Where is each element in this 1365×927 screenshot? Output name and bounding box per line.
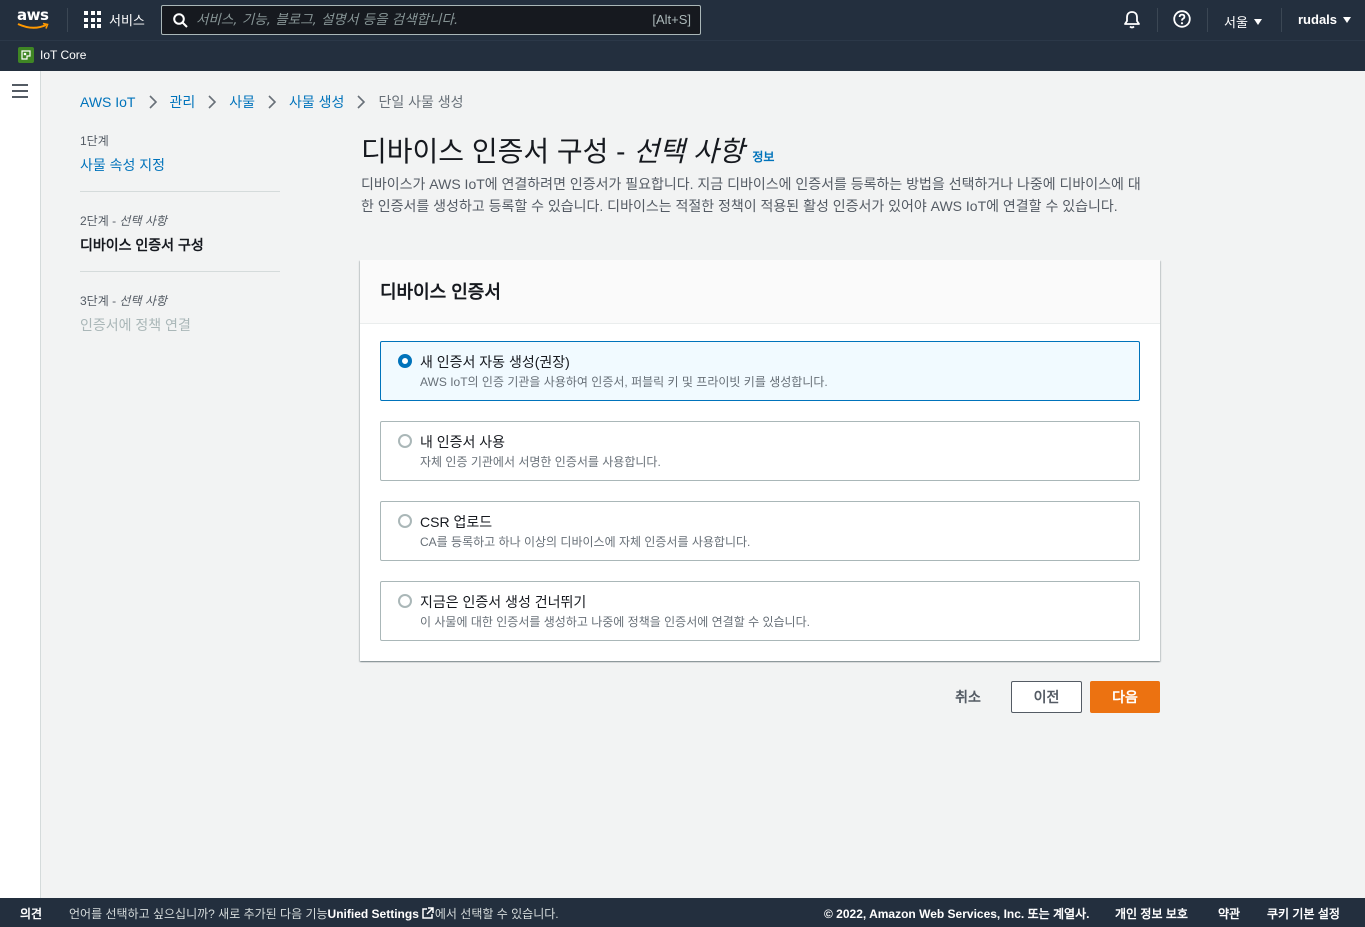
region-label: 서울 — [1224, 15, 1248, 30]
grid-icon — [84, 11, 101, 28]
services-menu-button[interactable]: 서비스 — [84, 10, 145, 29]
radio-button[interactable] — [398, 594, 412, 608]
option-label: 새 인증서 자동 생성(권장) — [420, 354, 570, 370]
caret-down-icon — [1343, 16, 1352, 23]
breadcrumb-link[interactable]: 사물 — [229, 92, 255, 112]
wizard-step: 3단계 - 선택 사항 인증서에 정책 연결 — [80, 292, 280, 351]
chevron-right-icon — [148, 95, 158, 109]
iot-core-icon — [18, 47, 34, 63]
copyright: © 2022, Amazon Web Services, Inc. 또는 계열사… — [824, 907, 1090, 921]
account-label: rudals — [1298, 12, 1338, 27]
aws-logo-text: aws — [17, 6, 49, 24]
option-description: 자체 인증 기관에서 서명한 인증서를 사용합니다. — [420, 455, 661, 469]
wizard-step: 2단계 - 선택 사항 디바이스 인증서 구성 — [80, 212, 280, 272]
service-favorites-bar: IoT Core — [0, 40, 1365, 71]
nav-divider — [1207, 8, 1208, 32]
breadcrumb-current: 단일 사물 생성 — [378, 94, 464, 110]
previous-button[interactable]: 이전 — [1011, 681, 1082, 713]
container-header: 디바이스 인증서 — [360, 260, 1160, 324]
search-input[interactable] — [196, 6, 636, 34]
option-description: 이 사물에 대한 인증서를 생성하고 나중에 정책을 인증서에 연결할 수 있습… — [420, 615, 810, 629]
nav-divider — [67, 8, 68, 32]
page-title-optional: 선택 사항 — [633, 136, 745, 167]
option-label: CSR 업로드 — [420, 514, 493, 530]
step-number: 1단계 — [80, 134, 109, 148]
info-link[interactable]: 정보 — [752, 148, 774, 165]
favorite-iot-core[interactable]: IoT Core — [18, 47, 86, 63]
step-link-1[interactable]: 사물 속성 지정 — [80, 155, 280, 175]
language-prompt: 언어를 선택하고 싶으십니까? 새로 추가된 다음 기능Unified Sett… — [69, 905, 559, 922]
nav-divider — [1157, 8, 1158, 32]
search-icon — [173, 13, 188, 28]
side-navigation-collapsed — [0, 71, 41, 898]
device-certificate-container: 디바이스 인증서 새 인증서 자동 생성(권장) AWS IoT의 인증 기관을… — [360, 260, 1160, 661]
breadcrumb-link[interactable]: 사물 생성 — [289, 92, 344, 112]
chevron-right-icon — [207, 95, 217, 109]
breadcrumb: AWS IoT 관리 사물 사물 생성 단일 사물 생성 — [80, 92, 464, 112]
aws-smile-icon — [17, 22, 49, 29]
page-title: 디바이스 인증서 구성 - 선택 사항 정보 — [361, 130, 774, 170]
terms-link[interactable]: 약관 — [1218, 905, 1240, 922]
radio-button[interactable] — [398, 354, 412, 368]
feedback-link[interactable]: 의견 — [20, 905, 42, 922]
step-number: 3단계 - 선택 사항 — [80, 294, 167, 308]
wizard-step: 1단계 사물 속성 지정 — [80, 132, 280, 192]
breadcrumb-link[interactable]: AWS IoT — [80, 94, 136, 110]
caret-down-icon — [1253, 18, 1262, 25]
step-current-2: 디바이스 인증서 구성 — [80, 237, 204, 253]
option-skip[interactable]: 지금은 인증서 생성 건너뛰기 이 사물에 대한 인증서를 생성하고 나중에 정… — [380, 581, 1140, 641]
breadcrumb-link[interactable]: 관리 — [170, 92, 196, 112]
language-prompt-text: 언어를 선택하고 싶으십니까? 새로 추가된 다음 기능 — [69, 907, 328, 921]
radio-button[interactable] — [398, 434, 412, 448]
step-number: 2단계 - 선택 사항 — [80, 214, 167, 228]
aws-logo[interactable]: aws — [17, 8, 51, 32]
region-selector[interactable]: 서울 — [1224, 12, 1262, 31]
step-disabled-3: 인증서에 정책 연결 — [80, 317, 191, 333]
option-label: 내 인증서 사용 — [420, 434, 506, 450]
favorite-label: IoT Core — [40, 48, 87, 62]
footer: 의견 언어를 선택하고 싶으십니까? 새로 추가된 다음 기능Unified S… — [0, 898, 1365, 927]
unified-settings-link[interactable]: Unified Settings — [328, 907, 419, 921]
option-auto-generate[interactable]: 새 인증서 자동 생성(권장) AWS IoT의 인증 기관을 사용하여 인증서… — [380, 341, 1140, 401]
privacy-link[interactable]: 개인 정보 보호 — [1115, 905, 1188, 922]
option-label: 지금은 인증서 생성 건너뛰기 — [420, 594, 587, 610]
wizard-steps: 1단계 사물 속성 지정 2단계 - 선택 사항 디바이스 인증서 구성 3단계… — [80, 132, 280, 371]
search-shortcut: [Alt+S] — [652, 12, 691, 27]
cookie-preferences-link[interactable]: 쿠키 기본 설정 — [1267, 905, 1340, 922]
top-navigation: aws 서비스 [Alt+S] 서울 rudals — [0, 0, 1365, 40]
option-upload-csr[interactable]: CSR 업로드 CA를 등록하고 하나 이상의 디바이스에 자체 인증서를 사용… — [380, 501, 1140, 561]
page-description: 디바이스가 AWS IoT에 연결하려면 인증서가 필요합니다. 지금 디바이스… — [361, 176, 1141, 214]
nav-divider — [1281, 8, 1282, 32]
account-menu[interactable]: rudals — [1298, 12, 1352, 27]
bell-icon[interactable] — [1123, 10, 1141, 30]
language-suffix-text: 에서 선택할 수 있습니다. — [434, 907, 559, 921]
page-title-text: 디바이스 인증서 구성 - — [361, 136, 626, 167]
cancel-button[interactable]: 취소 — [940, 681, 996, 713]
help-icon[interactable] — [1173, 10, 1191, 28]
external-link-icon — [422, 907, 434, 919]
menu-icon[interactable] — [12, 84, 28, 98]
option-use-my-certificate[interactable]: 내 인증서 사용 자체 인증 기관에서 서명한 인증서를 사용합니다. — [380, 421, 1140, 481]
option-description: CA를 등록하고 하나 이상의 디바이스에 자체 인증서를 사용합니다. — [420, 535, 751, 549]
radio-button[interactable] — [398, 514, 412, 528]
services-label: 서비스 — [109, 13, 145, 28]
chevron-right-icon — [267, 95, 277, 109]
option-description: AWS IoT의 인증 기관을 사용하여 인증서, 퍼블릭 키 및 프라이빗 키… — [420, 375, 828, 389]
chevron-right-icon — [356, 95, 366, 109]
next-button[interactable]: 다음 — [1090, 681, 1160, 713]
container-title: 디바이스 인증서 — [380, 282, 501, 302]
search-box[interactable]: [Alt+S] — [161, 5, 701, 35]
